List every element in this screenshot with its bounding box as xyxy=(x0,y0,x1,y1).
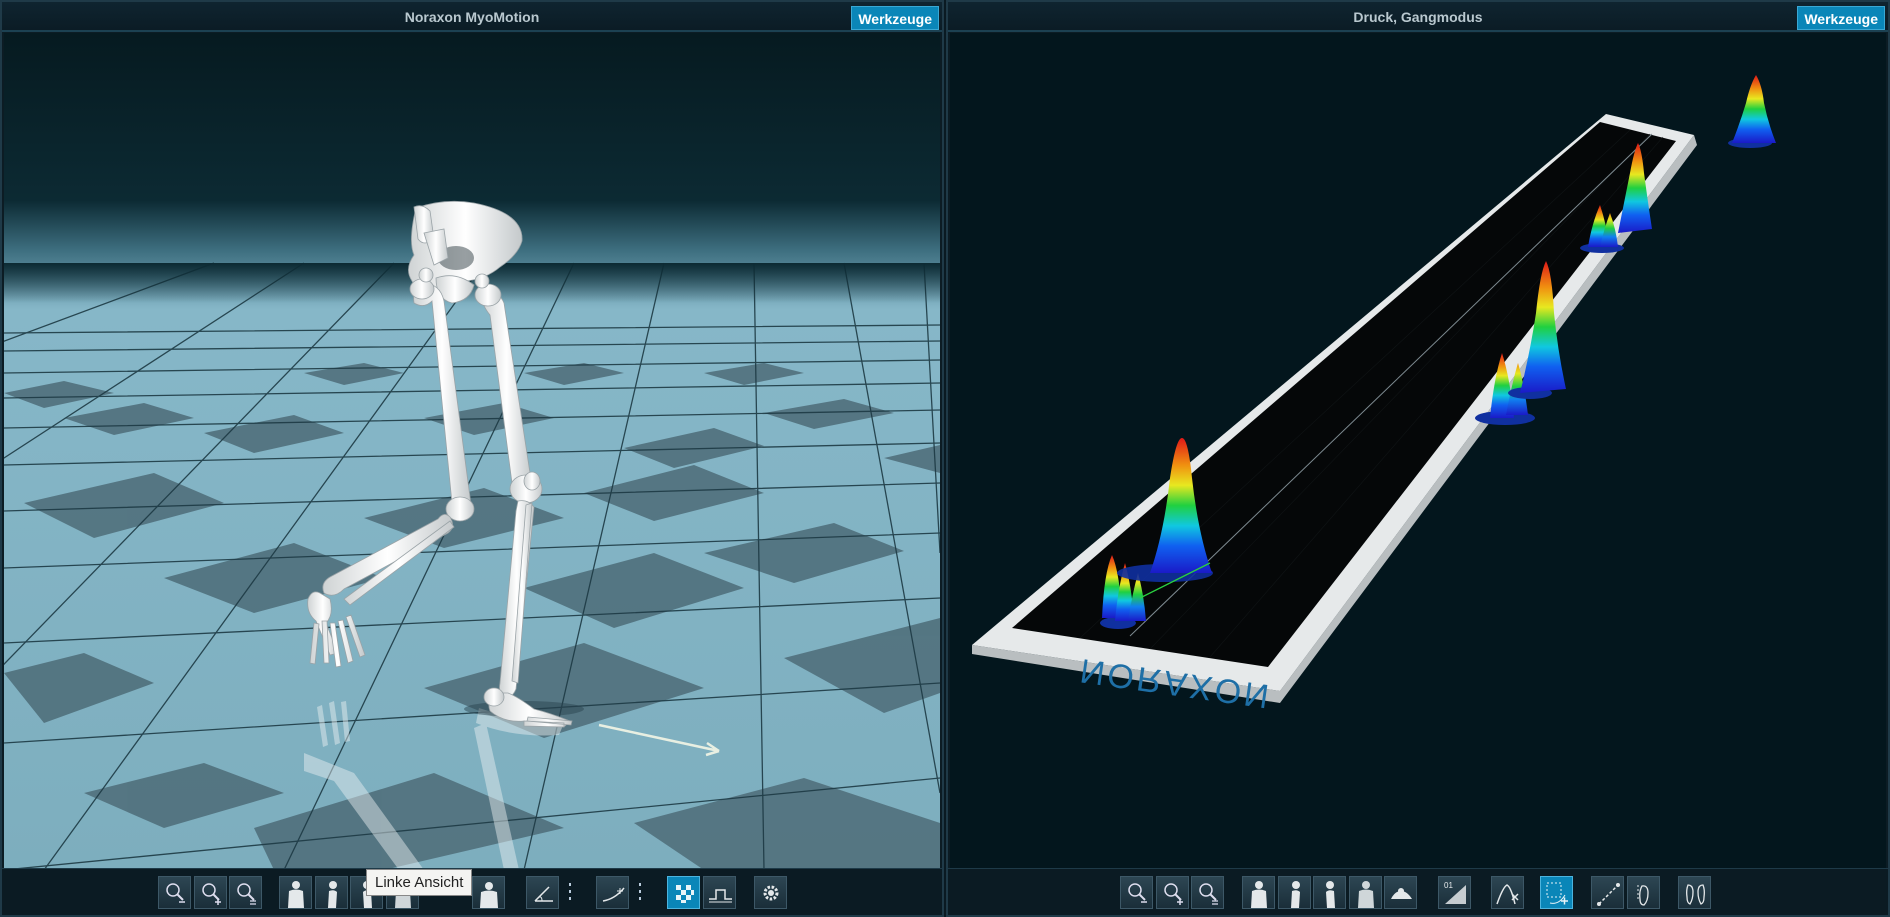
zoom-in-button[interactable] xyxy=(194,876,227,909)
zoom-fit-button[interactable] xyxy=(229,876,262,909)
zoom-in-icon xyxy=(202,883,221,905)
scale-01-button[interactable]: 01 xyxy=(1438,876,1471,909)
zoom-fit-icon xyxy=(1199,883,1218,905)
foot-icon xyxy=(1637,885,1649,906)
skeleton-3d-viewport[interactable] xyxy=(4,33,940,868)
settings-button[interactable] xyxy=(754,876,787,909)
zoom-out-icon xyxy=(166,883,185,903)
body-side-icon xyxy=(1326,881,1335,908)
body-front-icon xyxy=(288,881,304,908)
angle-tool-button[interactable] xyxy=(526,876,559,909)
feet-pair-button[interactable] xyxy=(1678,876,1711,909)
skeleton-scene xyxy=(4,33,940,868)
back-view-button[interactable] xyxy=(1349,876,1382,909)
angle-options-handle[interactable] xyxy=(568,881,572,905)
cop-add-button[interactable] xyxy=(1540,876,1573,909)
front-view-button[interactable] xyxy=(1242,876,1275,909)
pressure-gait-panel: Druck, Gangmodus Werkzeuge NORAXON 01 xyxy=(946,0,1890,917)
checker-icon xyxy=(676,885,694,903)
left-panel-title: Noraxon MyoMotion xyxy=(404,9,540,25)
trajectory-button[interactable] xyxy=(596,876,629,909)
pressure-scene: NORAXON xyxy=(950,33,1886,868)
ramp-icon: 01 xyxy=(1444,881,1466,904)
step-signal-button[interactable] xyxy=(703,876,736,909)
step-signal-icon xyxy=(709,889,732,903)
trajectory-icon xyxy=(602,887,625,902)
side-view-2-button[interactable] xyxy=(1313,876,1346,909)
left-view-button[interactable] xyxy=(315,876,348,909)
zoom-out-button[interactable] xyxy=(158,876,191,909)
floor-grid-button[interactable] xyxy=(667,876,700,909)
feet-pair-icon xyxy=(1686,884,1705,905)
body-top-icon xyxy=(1391,888,1412,899)
angle-icon xyxy=(534,886,553,902)
gear-icon xyxy=(763,885,779,901)
body-top-icon xyxy=(480,882,498,908)
pressure-3d-viewport[interactable]: NORAXON xyxy=(950,33,1886,868)
peak-x-icon xyxy=(1496,884,1519,905)
top-view-button[interactable] xyxy=(472,876,505,909)
foot-print-button[interactable] xyxy=(1627,876,1660,909)
top-view-button[interactable] xyxy=(1384,876,1417,909)
front-view-button[interactable] xyxy=(279,876,312,909)
body-front-icon xyxy=(1251,881,1267,908)
right-panel-titlebar: Druck, Gangmodus Werkzeuge xyxy=(948,2,1888,32)
view-tooltip: Linke Ansicht xyxy=(366,869,473,896)
body-side-icon xyxy=(1291,881,1300,908)
left-tools-button[interactable]: Werkzeuge xyxy=(851,6,939,30)
zoom-out-icon xyxy=(1128,883,1147,903)
zoom-fit-button[interactable] xyxy=(1191,876,1224,909)
zoom-in-icon xyxy=(1164,883,1183,905)
peak-x-button[interactable] xyxy=(1491,876,1524,909)
gait-line-icon xyxy=(1597,883,1620,906)
myomotion-panel: Noraxon MyoMotion Werkzeuge xyxy=(0,0,944,917)
zoom-in-button[interactable] xyxy=(1156,876,1189,909)
cop-add-icon xyxy=(1546,882,1568,905)
left-panel-titlebar: Noraxon MyoMotion Werkzeuge xyxy=(2,2,942,32)
right-panel-title: Druck, Gangmodus xyxy=(1353,9,1483,25)
body-side-icon xyxy=(328,881,337,908)
right-tools-button[interactable]: Werkzeuge xyxy=(1797,6,1885,30)
zoom-fit-icon xyxy=(237,883,256,905)
side-view-button[interactable] xyxy=(1278,876,1311,909)
trajectory-options-handle[interactable] xyxy=(638,881,642,905)
right-toolbar: 01 xyxy=(948,868,1888,915)
svg-text:01: 01 xyxy=(1444,881,1453,890)
body-back-icon xyxy=(1358,881,1374,908)
gait-line-button[interactable] xyxy=(1591,876,1624,909)
zoom-out-button[interactable] xyxy=(1120,876,1153,909)
